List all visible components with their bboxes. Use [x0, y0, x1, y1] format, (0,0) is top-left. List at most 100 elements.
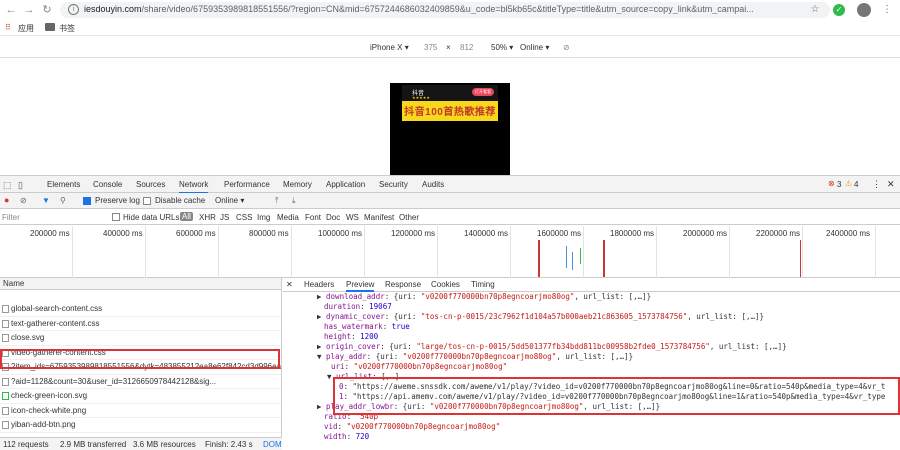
file-icon — [2, 334, 9, 342]
tab-response[interactable]: Response — [385, 280, 421, 289]
network-throttle-select[interactable]: Online ▾ — [215, 196, 244, 205]
table-row[interactable]: check-green-icon.svg — [0, 389, 281, 404]
filter-js[interactable]: JS — [220, 213, 229, 222]
request-count: 112 requests — [3, 440, 49, 449]
apps-icon[interactable]: ⠿ — [5, 23, 11, 32]
bookmark-folder[interactable]: 书签 — [59, 23, 75, 34]
network-status-bar: 112 requests 2.9 MB transferred 3.6 MB r… — [0, 437, 282, 450]
filter-css[interactable]: CSS — [236, 213, 252, 222]
device-width[interactable]: 375 — [424, 43, 437, 52]
disable-cache-label: Disable cache — [155, 196, 206, 205]
url-host: iesdouyin.com — [84, 4, 142, 14]
preview-tabbar: ✕ Headers Preview Response Cookies Timin… — [283, 278, 900, 292]
filter-font[interactable]: Font — [305, 213, 321, 222]
device-height[interactable]: 812 — [460, 43, 473, 52]
reload-icon[interactable]: ↻ — [40, 3, 54, 17]
table-row[interactable]: global-search-content.css — [0, 302, 281, 317]
inspect-icon[interactable]: ⬚ — [3, 180, 12, 191]
warning-icon[interactable]: ⚠ — [845, 179, 852, 188]
record-icon[interactable]: ● — [4, 195, 9, 205]
filter-other[interactable]: Other — [399, 213, 419, 222]
throttle-select[interactable]: Online ▾ — [520, 43, 549, 52]
tab-performance[interactable]: Performance — [224, 180, 270, 189]
file-icon — [2, 305, 9, 313]
filter-doc[interactable]: Doc — [326, 213, 340, 222]
timeline-tick: 1400000 ms — [464, 229, 509, 238]
tab-timing[interactable]: Timing — [471, 280, 495, 289]
bookmarks-bar: ⠿ 应用 书签 — [0, 20, 900, 36]
error-icon[interactable]: ⊗ — [828, 179, 835, 188]
tab-headers[interactable]: Headers — [304, 280, 334, 289]
resources: 3.6 MB resources — [133, 440, 196, 449]
table-row[interactable]: icon-check-white.png — [0, 404, 281, 418]
tab-memory[interactable]: Memory — [283, 180, 312, 189]
file-icon — [2, 421, 9, 429]
import-icon[interactable]: ⤒ — [275, 196, 279, 206]
json-line: duration: 19067 — [324, 302, 392, 311]
folder-icon — [45, 23, 55, 31]
menu-icon[interactable]: ⋮ — [880, 3, 894, 17]
check-icon — [2, 392, 9, 400]
tab-audits[interactable]: Audits — [422, 180, 444, 189]
tab-elements[interactable]: Elements — [47, 180, 80, 189]
json-line[interactable]: ▶ dynamic_cover: {uri: "tos-cn-p-0015/23… — [317, 312, 764, 322]
phone-screen: 抖音 ★★★★★ 打开看看 抖音100首热歌推荐 — [390, 83, 510, 178]
transferred: 2.9 MB transferred — [60, 440, 127, 449]
filter-img[interactable]: Img — [257, 213, 270, 222]
tab-preview[interactable]: Preview — [346, 280, 375, 292]
tab-network[interactable]: Network — [179, 180, 209, 194]
hide-data-urls-checkbox[interactable] — [112, 213, 120, 221]
forward-icon[interactable]: → — [22, 3, 36, 17]
star-icon[interactable]: ☆ — [808, 3, 822, 17]
close-icon[interactable]: ✕ — [887, 179, 895, 190]
disable-cache-checkbox[interactable] — [143, 197, 151, 205]
device-mode-icon[interactable]: ▯ — [18, 180, 23, 191]
clear-icon[interactable]: ⊘ — [20, 196, 27, 205]
url-text[interactable]: iesdouyin.com/share/video/67593539898185… — [84, 4, 804, 14]
name-column-header[interactable]: Name — [0, 278, 281, 290]
rotate-icon[interactable]: ⊘ — [563, 43, 570, 52]
table-row[interactable]: text-gatherer-content.css — [0, 317, 281, 331]
tab-sources[interactable]: Sources — [136, 180, 165, 189]
json-preview: ▶ download_addr: {uri: "v0200f770000bn70… — [283, 292, 900, 450]
timeline-tick: 2000000 ms — [683, 229, 728, 238]
table-row[interactable]: ?aid=1128&count=30&user_id=3126650978442… — [0, 375, 281, 389]
table-row[interactable]: yiban-add-btn.png — [0, 418, 281, 433]
filter-input[interactable]: Filter — [2, 213, 102, 222]
tab-console[interactable]: Console — [93, 180, 122, 189]
open-button[interactable]: 打开看看 — [472, 88, 494, 96]
json-line[interactable]: ▶ origin_cover: {uri: "large/tos-cn-p-00… — [317, 342, 787, 352]
zoom-select[interactable]: 50% ▾ — [491, 43, 513, 52]
error-count: 3 — [837, 180, 842, 189]
tab-application[interactable]: Application — [326, 180, 365, 189]
timeline-overview[interactable]: 200000 ms 400000 ms 600000 ms 800000 ms … — [0, 226, 900, 278]
filter-icon[interactable]: ▼ — [42, 196, 50, 205]
preserve-log-checkbox[interactable] — [83, 197, 91, 205]
back-icon[interactable]: ← — [4, 3, 18, 17]
table-row[interactable]: close.svg — [0, 331, 281, 346]
json-line: width: 720 — [324, 432, 370, 441]
avatar[interactable] — [857, 3, 871, 17]
more-icon[interactable]: ⋮ — [872, 179, 881, 190]
url-path: /share/video/6759353989818551556/?region… — [141, 4, 754, 14]
tab-security[interactable]: Security — [379, 180, 408, 189]
filter-manifest[interactable]: Manifest — [364, 213, 394, 222]
file-icon — [2, 406, 9, 415]
close-icon[interactable]: ✕ — [286, 280, 293, 289]
filter-media[interactable]: Media — [277, 213, 299, 222]
json-line[interactable]: ▶ download_addr: {uri: "v0200f770000bn70… — [317, 292, 651, 302]
bookmark-apps[interactable]: 应用 — [18, 23, 34, 34]
info-icon[interactable]: i — [68, 4, 79, 15]
timeline-tick: 800000 ms — [249, 229, 289, 238]
tab-cookies[interactable]: Cookies — [431, 280, 460, 289]
export-icon[interactable]: ⤓ — [292, 196, 296, 206]
promo-banner[interactable]: 抖音 ★★★★★ 打开看看 抖音100首热歌推荐 — [402, 85, 498, 121]
json-line[interactable]: ▼ play_addr: {uri: "v0200f770000bn70p8eg… — [317, 352, 633, 362]
device-select[interactable]: iPhone X ▾ — [370, 43, 409, 52]
filter-xhr[interactable]: XHR — [199, 213, 216, 222]
warning-count: 4 — [854, 180, 859, 189]
filter-ws[interactable]: WS — [346, 213, 359, 222]
extension-icon[interactable]: ✓ — [833, 4, 845, 16]
search-icon[interactable]: ⚲ — [60, 196, 66, 205]
filter-all[interactable]: All — [180, 212, 193, 221]
